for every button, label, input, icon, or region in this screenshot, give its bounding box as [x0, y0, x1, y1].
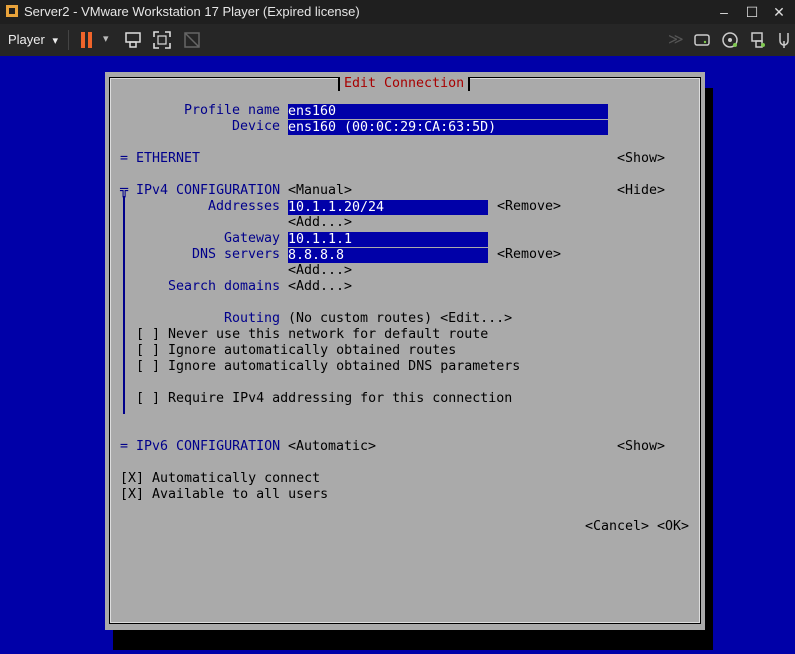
usb-device-icon[interactable] — [774, 30, 794, 50]
toolbar-divider — [68, 30, 69, 50]
remove-dns-button[interactable]: <Remove> — [497, 247, 561, 263]
edit-connection-dialog: Edit Connection Profile name ens160 Devi… — [105, 72, 705, 630]
add-search-domain-button[interactable]: <Add...> — [288, 279, 352, 295]
chevron-down-icon: ▾ — [52, 35, 59, 47]
send-ctrl-alt-del-icon[interactable] — [123, 30, 143, 50]
fullscreen-icon[interactable] — [152, 30, 172, 50]
ipv6-show-button[interactable]: <Show> — [617, 439, 665, 455]
network-adapter-icon[interactable] — [748, 30, 768, 50]
routing-edit-button[interactable]: (No custom routes) <Edit...> — [288, 311, 512, 327]
never-default-route-checkbox[interactable]: [ ] Never use this network for default r… — [136, 327, 488, 343]
ipv4-mode-selector[interactable]: <Manual> — [288, 183, 352, 199]
device-label: Device — [232, 119, 281, 134]
auto-connect-checkbox[interactable]: [X] Automatically connect — [120, 471, 320, 487]
player-toolbar: Player ▾ ▾ ≫ — [0, 24, 795, 56]
profile-name-label: Profile name — [184, 103, 281, 118]
hard-disk-icon[interactable] — [692, 30, 712, 50]
cancel-button[interactable]: <Cancel> — [585, 519, 649, 535]
minimize-button[interactable]: – — [712, 2, 736, 22]
cd-dvd-icon[interactable] — [720, 30, 740, 50]
require-ipv4-checkbox[interactable]: [ ] Require IPv4 addressing for this con… — [136, 391, 512, 407]
ethernet-section-header: = ETHERNET — [120, 151, 201, 166]
ethernet-show-button[interactable]: <Show> — [617, 151, 665, 167]
player-menu-label: Player — [8, 32, 45, 47]
pause-icon[interactable] — [78, 31, 96, 49]
close-button[interactable]: ✕ — [767, 2, 791, 22]
ignore-dns-checkbox[interactable]: [ ] Ignore automatically obtained DNS pa… — [136, 359, 520, 375]
vmware-app-icon — [6, 5, 18, 17]
ipv6-mode-selector[interactable]: <Automatic> — [288, 439, 376, 455]
device-field[interactable]: ens160 (00:0C:29:CA:63:5D) — [288, 120, 608, 135]
ipv4-hide-button[interactable]: <Hide> — [617, 183, 665, 199]
window-titlebar: Server2 - VMware Workstation 17 Player (… — [0, 0, 795, 24]
address-field[interactable]: 10.1.1.20/24 — [288, 200, 488, 215]
dns-servers-label: DNS servers — [192, 247, 281, 262]
maximize-button[interactable]: ☐ — [740, 2, 764, 22]
remove-address-button[interactable]: <Remove> — [497, 199, 561, 215]
unity-icon[interactable] — [182, 30, 202, 50]
ipv4-section-bracket — [123, 196, 125, 414]
ipv6-section-header: = IPv6 CONFIGURATION — [120, 439, 281, 454]
ok-button[interactable]: <OK> — [657, 519, 689, 535]
addresses-label: Addresses — [208, 199, 281, 214]
search-domains-label: Search domains — [168, 279, 281, 294]
player-menu-button[interactable]: Player ▾ — [8, 32, 58, 47]
device-arrows-icon: ≫ — [668, 31, 684, 48]
ignore-routes-checkbox[interactable]: [ ] Ignore automatically obtained routes — [136, 343, 456, 359]
dns-server-field[interactable]: 8.8.8.8 — [288, 248, 488, 263]
gateway-field[interactable]: 10.1.1.1 — [288, 232, 488, 247]
gateway-label: Gateway — [224, 231, 281, 246]
pause-dropdown-icon[interactable]: ▾ — [103, 32, 109, 45]
ipv4-section-header: ╦ IPv4 CONFIGURATION — [120, 183, 281, 198]
routing-label: Routing — [224, 311, 281, 326]
profile-name-field[interactable]: ens160 — [288, 104, 608, 119]
dialog-title: Edit Connection — [338, 77, 471, 91]
add-dns-button[interactable]: <Add...> — [288, 263, 352, 279]
window-title: Server2 - VMware Workstation 17 Player (… — [24, 4, 360, 19]
add-address-button[interactable]: <Add...> — [288, 215, 352, 231]
all-users-checkbox[interactable]: [X] Available to all users — [120, 487, 328, 503]
